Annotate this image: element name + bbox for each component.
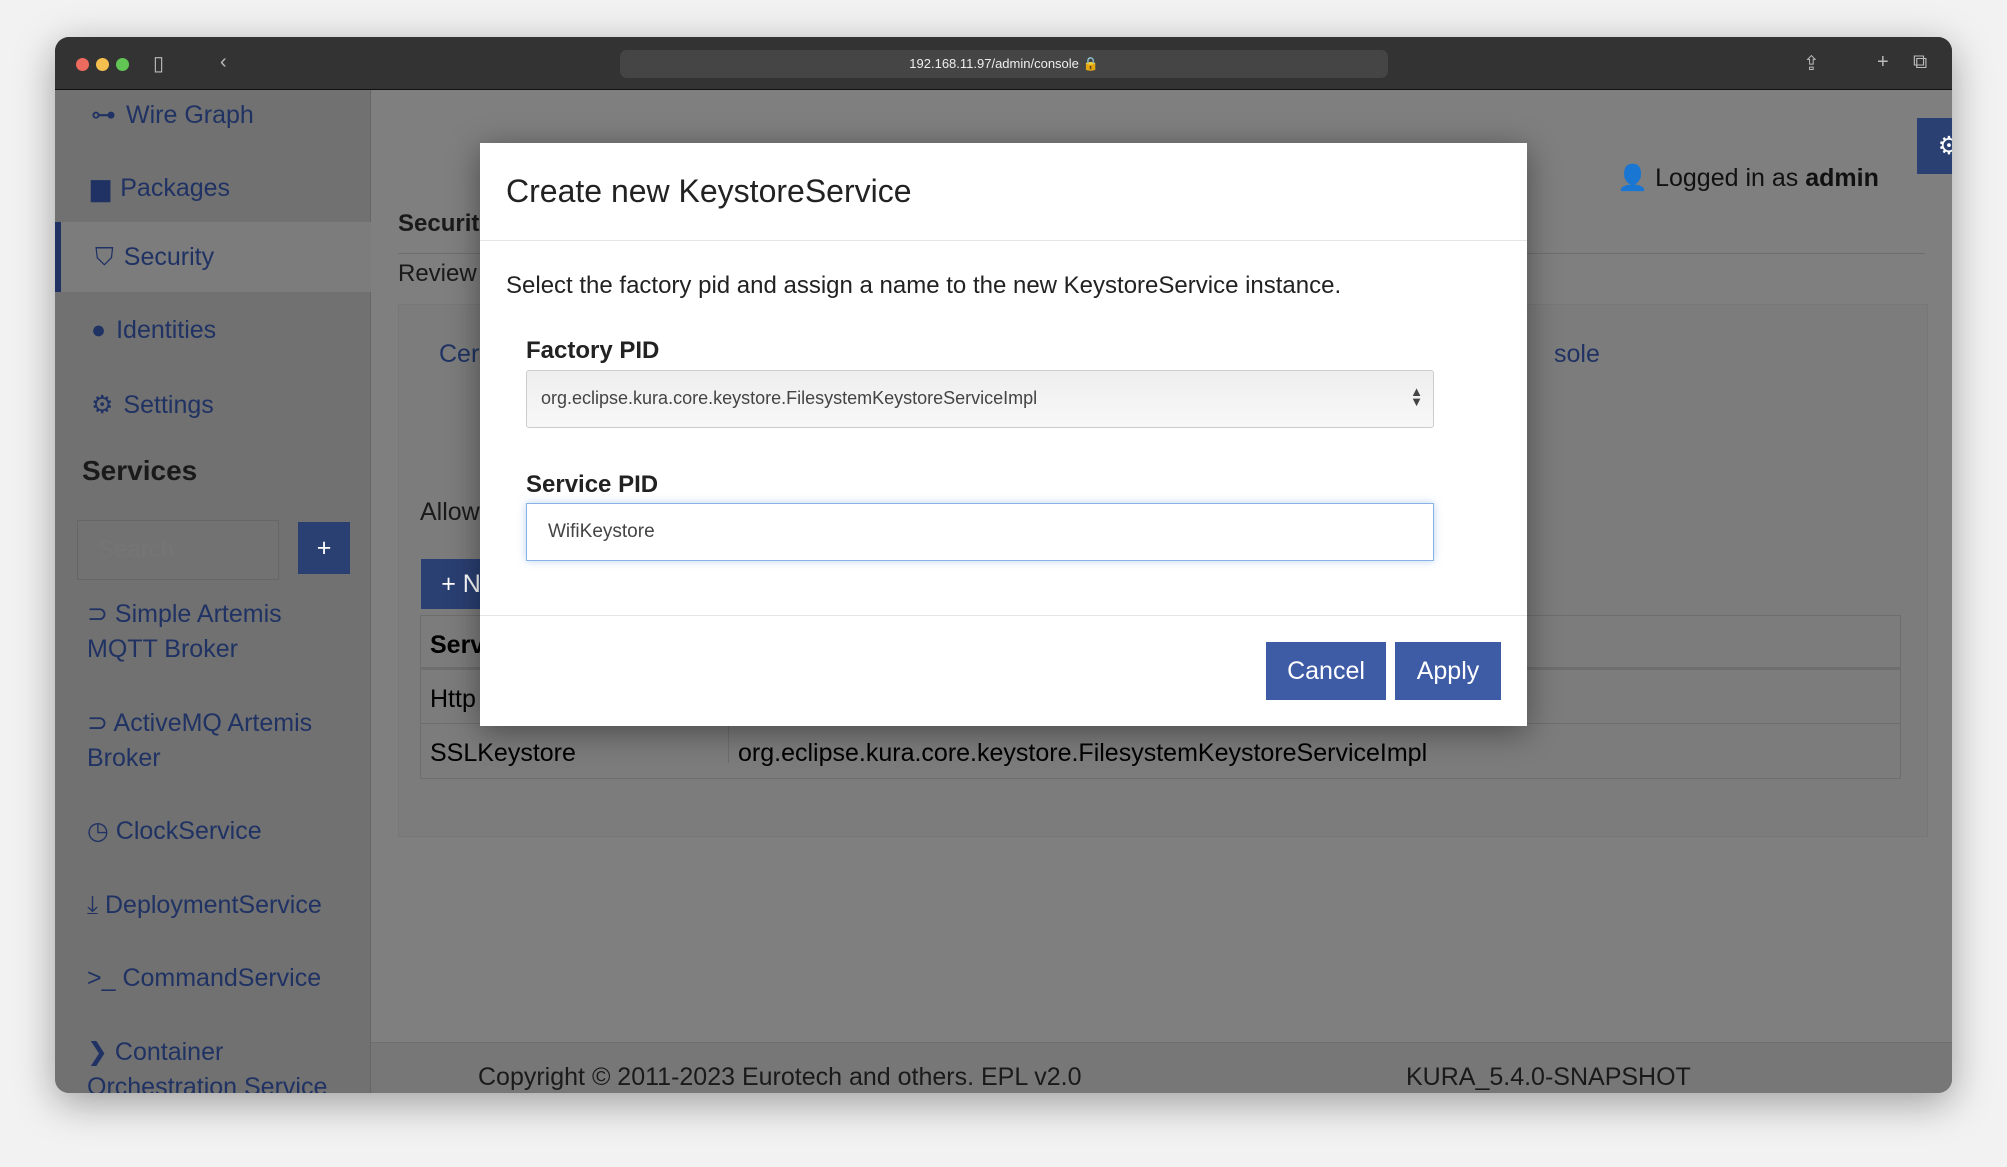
label: ClockService <box>115 817 262 845</box>
rss-icon: ⊃ <box>87 600 115 628</box>
service-clock[interactable]: ◷ ClockService <box>87 814 347 849</box>
label: DeploymentService <box>105 891 322 919</box>
cancel-button[interactable]: Cancel <box>1266 642 1386 700</box>
factory-pid-select[interactable]: org.eclipse.kura.core.keystore.Filesyste… <box>526 370 1434 428</box>
sidebar-item-identities[interactable]: ● Identities <box>91 316 216 345</box>
login-status: 👤 Logged in as admin <box>1617 164 1879 193</box>
sidebar-item-wire-graph[interactable]: ⊶ Wire Graph <box>91 100 254 130</box>
label: CommandService <box>122 964 322 992</box>
sidebar-item-security[interactable]: ⛉ Security <box>55 222 371 292</box>
sidebar-item-settings[interactable]: ⚙ Settings <box>91 390 214 420</box>
user-icon: 👤 <box>1617 164 1656 192</box>
sidebar-toggle-icon[interactable]: ▯ <box>153 51 164 76</box>
cell: SSLKeystore <box>430 739 576 767</box>
service-container-orchestration[interactable]: ❯ Container Orchestration Service <box>87 1035 347 1093</box>
browser-titlebar: ▯ ‹ 192.168.11.97/admin/console 🔒 ⇪ + ⧉ <box>55 37 1952 90</box>
label: Security <box>123 242 215 271</box>
gear-icon: ⚙ <box>1937 132 1952 160</box>
service-simple-artemis[interactable]: ⊃ Simple Artemis MQTT Broker <box>87 597 347 667</box>
dialog-description: Select the factory pid and assign a name… <box>506 272 1342 299</box>
wire-graph-icon: ⊶ <box>91 101 116 129</box>
select-arrows-icon: ▲ ▼ <box>1410 384 1423 409</box>
rss-icon: ⊃ <box>87 709 114 737</box>
close-window-button[interactable] <box>76 58 89 71</box>
cell: org.eclipse.kura.core.keystore.Filesyste… <box>728 724 1427 767</box>
label: Simple Artemis MQTT Broker <box>87 600 282 663</box>
service-activemq-artemis[interactable]: ⊃ ActiveMQ Artemis Broker <box>87 706 347 776</box>
maximize-window-button[interactable] <box>116 58 129 71</box>
add-service-button[interactable]: + <box>298 522 350 574</box>
service-pid-input[interactable] <box>526 503 1434 561</box>
address-bar[interactable]: 192.168.11.97/admin/console 🔒 <box>620 50 1388 78</box>
tab-console[interactable]: sole <box>1554 340 1600 369</box>
services-heading: Services <box>82 455 198 486</box>
label: Wire Graph <box>126 100 254 129</box>
service-deployment[interactable]: ⤓ DeploymentService <box>87 888 347 923</box>
sidebar-item-packages[interactable]: ▆ Packages <box>91 173 230 203</box>
new-tab-icon[interactable]: + <box>1877 51 1889 74</box>
label: Packages <box>120 173 231 202</box>
service-command[interactable]: >_ CommandService <box>87 961 347 996</box>
user-icon: ● <box>91 316 107 344</box>
service-pid-label: Service PID <box>526 471 659 498</box>
footer: Copyright © 2011-2023 Eurotech and other… <box>371 1042 1952 1093</box>
label: Container Orchestration Service <box>87 1038 328 1093</box>
tab-certificates[interactable]: Cer <box>439 340 479 369</box>
create-keystore-dialog: Create new KeystoreService Select the fa… <box>480 143 1527 726</box>
copyright: Copyright © 2011-2023 Eurotech and other… <box>478 1063 1082 1091</box>
label: Identities <box>116 316 217 344</box>
download-icon: ⤓ <box>87 891 105 919</box>
minimize-window-button[interactable] <box>96 58 109 71</box>
selected-value: org.eclipse.kura.core.keystore.Filesyste… <box>541 388 1038 408</box>
share-icon[interactable]: ⇪ <box>1803 51 1820 76</box>
page-title: Securit <box>398 210 480 237</box>
chevron-circle-icon: ❯ <box>87 1038 115 1066</box>
clock-icon: ◷ <box>87 817 116 845</box>
apply-button[interactable]: Apply <box>1395 642 1501 700</box>
label: ActiveMQ Artemis Broker <box>87 709 313 772</box>
briefcase-icon: ▆ <box>91 174 111 202</box>
page-subtitle: Review <box>398 260 477 287</box>
username: admin <box>1805 164 1879 192</box>
back-icon[interactable]: ‹ <box>220 51 227 74</box>
gear-icon: ⚙ <box>91 391 114 419</box>
url-text: 192.168.11.97/admin/console <box>909 56 1079 71</box>
label: Settings <box>123 390 214 419</box>
allow-label: Allow <box>420 498 480 526</box>
dialog-title: Create new KeystoreService <box>506 173 912 209</box>
tabs-overview-icon[interactable]: ⧉ <box>1913 51 1927 74</box>
shield-icon: ⛉ <box>95 242 114 271</box>
sidebar: ⊶ Wire Graph ▆ Packages ⛉ Security ● Identit… <box>55 90 371 1093</box>
services-search-input[interactable] <box>77 520 279 580</box>
table-row[interactable]: SSLKeystore org.eclipse.kura.core.keystor… <box>421 724 1900 778</box>
settings-gear-button[interactable]: ⚙ <box>1917 118 1952 174</box>
terminal-icon: >_ <box>87 964 123 992</box>
label: Logged in as <box>1655 164 1799 192</box>
factory-pid-label: Factory PID <box>526 337 660 364</box>
version: KURA_5.4.0-SNAPSHOT <box>1406 1063 1691 1091</box>
